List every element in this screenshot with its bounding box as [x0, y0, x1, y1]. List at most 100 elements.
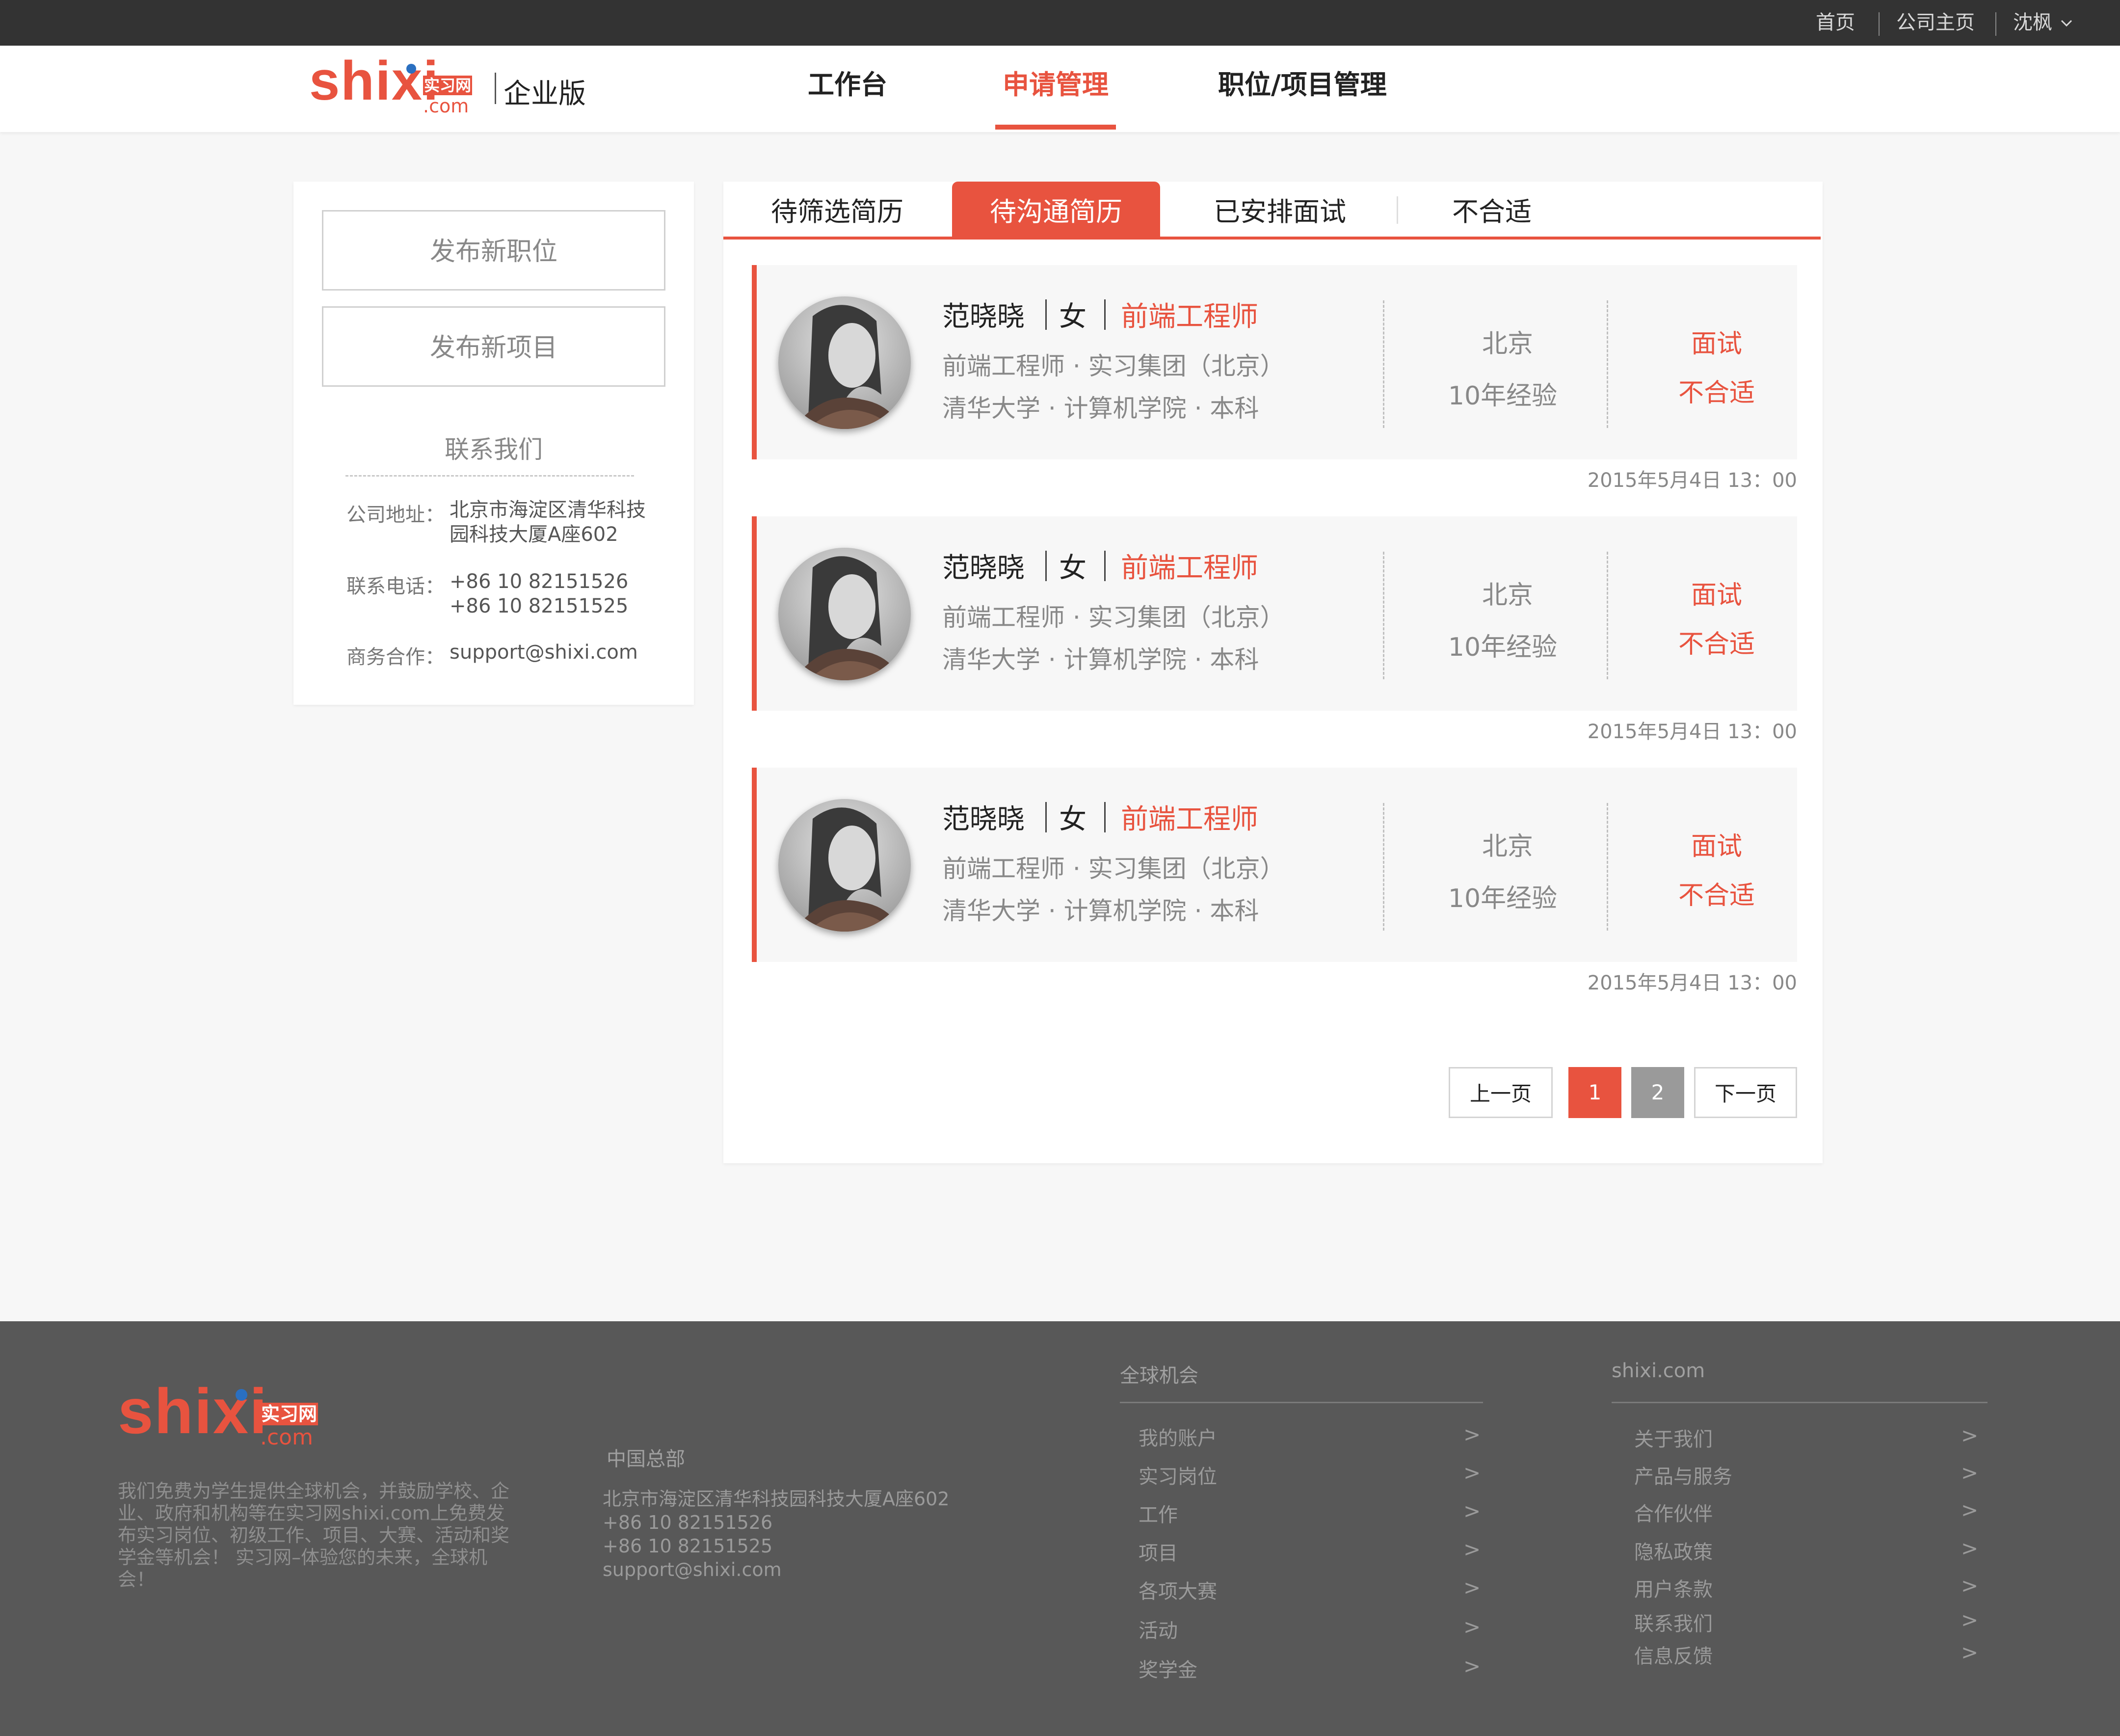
- footer-site-link[interactable]: 信息反馈: [1634, 1640, 1713, 1669]
- post-new-position-button[interactable]: 发布新职位: [322, 210, 665, 291]
- candidate-education: 清华大学 · 计算机学院 · 本科: [942, 645, 1259, 674]
- footer-site-link[interactable]: 联系我们: [1634, 1608, 1713, 1636]
- candidate-education: 清华大学 · 计算机学院 · 本科: [942, 394, 1259, 423]
- application-date: 2015年5月4日 13：00: [1587, 721, 1797, 743]
- card-accent-bar: [752, 265, 757, 459]
- reject-button[interactable]: 不合适: [1623, 372, 1810, 409]
- chevron-right-icon[interactable]: >: [1961, 1498, 1978, 1522]
- candidate-card[interactable]: 范晓晓 女 前端工程师 前端工程师 · 实习集团（北京） 清华大学 · 计算机学…: [752, 516, 1797, 711]
- candidate-name: 范晓晓: [942, 301, 1025, 333]
- top-separator: [1879, 12, 1880, 36]
- nav-application-management[interactable]: 申请管理: [1003, 46, 1109, 132]
- prev-page-button[interactable]: 上一页: [1449, 1067, 1553, 1118]
- card-accent-bar: [752, 516, 757, 711]
- footer-opportunity-link[interactable]: 实习岗位: [1139, 1461, 1217, 1489]
- card-divider: [1383, 803, 1384, 931]
- avatar[interactable]: [778, 548, 911, 680]
- chevron-right-icon[interactable]: >: [1463, 1499, 1481, 1523]
- user-name: 沈枫: [2013, 11, 2052, 34]
- footer-hq-title: 中国总部: [607, 1448, 685, 1470]
- card-accent-bar: [752, 768, 757, 962]
- candidate-position-company: 前端工程师 · 实习集团（北京）: [942, 352, 1285, 380]
- phone-label: 联系电话：: [346, 575, 445, 598]
- chevron-right-icon[interactable]: >: [1463, 1422, 1481, 1446]
- address-line: 园科技大厦A座602: [450, 523, 618, 546]
- chevron-right-icon[interactable]: >: [1961, 1461, 1978, 1485]
- avatar-image: [778, 548, 911, 680]
- footer-site-link[interactable]: 产品与服务: [1634, 1461, 1732, 1489]
- name-separator: [1045, 802, 1047, 832]
- chevron-right-icon[interactable]: >: [1961, 1574, 1978, 1598]
- chevron-right-icon[interactable]: >: [1961, 1640, 1978, 1664]
- chevron-right-icon[interactable]: >: [1463, 1461, 1481, 1485]
- reject-button[interactable]: 不合适: [1623, 623, 1810, 660]
- nav-position-project-management[interactable]: 职位/项目管理: [1218, 46, 1387, 132]
- edition-label: 企业版: [504, 78, 586, 110]
- tab-interview-scheduled[interactable]: 已安排面试: [1183, 182, 1377, 239]
- footer-opportunity-link[interactable]: 项目: [1139, 1537, 1178, 1566]
- chevron-right-icon[interactable]: >: [1463, 1537, 1481, 1561]
- footer-col2-title: shixi.com: [1612, 1360, 1705, 1382]
- footer-site-link[interactable]: 用户条款: [1634, 1574, 1713, 1602]
- post-new-project-button[interactable]: 发布新项目: [322, 306, 665, 387]
- candidate-education: 清华大学 · 计算机学院 · 本科: [942, 897, 1259, 925]
- avatar-image: [778, 296, 911, 429]
- footer-opportunity-link[interactable]: 奖学金: [1139, 1654, 1197, 1683]
- candidate-card[interactable]: 范晓晓 女 前端工程师 前端工程师 · 实习集团（北京） 清华大学 · 计算机学…: [752, 768, 1797, 962]
- phone-line: +86 10 82151526: [450, 570, 629, 593]
- footer-site-link[interactable]: 隐私政策: [1634, 1536, 1713, 1565]
- chevron-right-icon[interactable]: >: [1463, 1576, 1481, 1600]
- footer-col1-divider: [1120, 1402, 1483, 1403]
- footer-site-link[interactable]: 合作伙伴: [1634, 1498, 1713, 1526]
- home-link[interactable]: 首页: [1816, 0, 1855, 46]
- nav-workbench[interactable]: 工作台: [808, 46, 887, 132]
- candidate-experience: 10年经验: [1448, 884, 1558, 913]
- address-line: 北京市海淀区清华科技: [450, 499, 646, 521]
- candidate-city: 北京: [1482, 581, 1533, 610]
- page-2-button[interactable]: 2: [1631, 1067, 1684, 1118]
- business-email[interactable]: support@shixi.com: [450, 640, 638, 665]
- page-1-button[interactable]: 1: [1568, 1067, 1621, 1118]
- tab-underline: [723, 237, 1821, 240]
- chevron-right-icon[interactable]: >: [1961, 1423, 1978, 1447]
- footer-hq-phone: +86 10 82151525: [603, 1535, 773, 1557]
- footer-opportunity-link[interactable]: 工作: [1139, 1499, 1178, 1527]
- interview-button[interactable]: 面试: [1623, 574, 1810, 611]
- tab-pending-communication[interactable]: 待沟通简历: [952, 182, 1160, 239]
- company-home-link[interactable]: 公司主页: [1896, 0, 1975, 46]
- footer-logo[interactable]: shixi 实习网 .com: [118, 1379, 353, 1449]
- interview-button[interactable]: 面试: [1623, 826, 1810, 862]
- candidate-city: 北京: [1482, 329, 1533, 359]
- footer-opportunity-link[interactable]: 各项大赛: [1139, 1576, 1217, 1604]
- candidate-card[interactable]: 范晓晓 女 前端工程师 前端工程师 · 实习集团（北京） 清华大学 · 计算机学…: [752, 265, 1797, 459]
- avatar[interactable]: [778, 296, 911, 429]
- tab-separator: [1397, 196, 1398, 224]
- chevron-right-icon[interactable]: >: [1463, 1654, 1481, 1678]
- application-date: 2015年5月4日 13：00: [1587, 972, 1797, 994]
- footer-opportunity-link[interactable]: 活动: [1139, 1615, 1178, 1643]
- footer-hq-phone: +86 10 82151526: [603, 1512, 773, 1533]
- candidate-role: 前端工程师: [1121, 552, 1258, 584]
- footer-description: 我们免费为学生提供全球机会，并鼓励学校、企业、政府和机构等在实习网shixi.c…: [118, 1480, 510, 1590]
- business-label: 商务合作：: [346, 646, 445, 668]
- application-date: 2015年5月4日 13：00: [1587, 469, 1797, 492]
- footer-site-link[interactable]: 关于我们: [1634, 1423, 1713, 1452]
- footer-hq-email[interactable]: support@shixi.com: [603, 1558, 782, 1581]
- gender-separator: [1104, 299, 1106, 330]
- card-divider: [1607, 803, 1608, 931]
- next-page-button[interactable]: 下一页: [1694, 1067, 1797, 1118]
- candidate-role: 前端工程师: [1121, 301, 1258, 333]
- reject-button[interactable]: 不合适: [1623, 875, 1810, 911]
- tab-unsuitable[interactable]: 不合适: [1423, 182, 1561, 239]
- chevron-right-icon[interactable]: >: [1961, 1536, 1978, 1560]
- logo[interactable]: shixi 实习网 .com: [309, 53, 491, 116]
- chevron-right-icon[interactable]: >: [1961, 1608, 1978, 1632]
- candidate-experience: 10年经验: [1448, 633, 1558, 662]
- avatar[interactable]: [778, 799, 911, 932]
- address-label: 公司地址：: [346, 504, 445, 526]
- interview-button[interactable]: 面试: [1623, 323, 1810, 360]
- footer-opportunity-link[interactable]: 我的账户: [1139, 1422, 1217, 1451]
- chevron-right-icon[interactable]: >: [1463, 1615, 1481, 1639]
- card-divider: [1607, 552, 1608, 679]
- tab-pending-screening[interactable]: 待筛选简历: [741, 182, 933, 239]
